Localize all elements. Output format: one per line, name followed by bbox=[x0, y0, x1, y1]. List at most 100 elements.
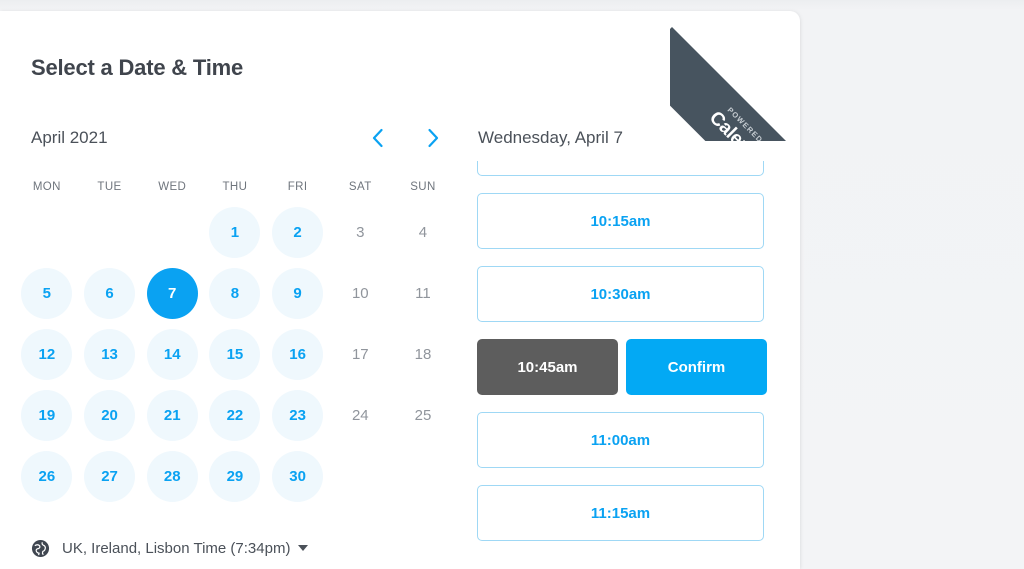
time-slot-row: 10:00am bbox=[477, 161, 764, 176]
calendar-day-10: 10 bbox=[335, 268, 386, 319]
calendar-cell: 22 bbox=[204, 390, 267, 441]
calendar-cell: 23 bbox=[266, 390, 329, 441]
weekday-header-row: MON TUE WED THU FRI SAT SUN bbox=[16, 181, 471, 193]
calendar-cell: 28 bbox=[141, 451, 204, 502]
calendar-cell: 17 bbox=[329, 329, 392, 380]
time-slot-row: 10:45am Confirm bbox=[477, 339, 767, 395]
calendar-cell: 24 bbox=[329, 390, 392, 441]
calendar-day-5[interactable]: 5 bbox=[21, 268, 73, 319]
calendar-cell: 8 bbox=[204, 268, 267, 319]
calendar-day-15[interactable]: 15 bbox=[209, 329, 261, 380]
calendar-day-13[interactable]: 13 bbox=[84, 329, 136, 380]
calendar-cell bbox=[78, 207, 141, 258]
calendar-cell: 18 bbox=[392, 329, 455, 380]
selected-date-label: Wednesday, April 7 bbox=[478, 128, 623, 147]
chevron-left-icon bbox=[371, 128, 384, 148]
calendar-day-19[interactable]: 19 bbox=[21, 390, 73, 441]
calendar-day-12[interactable]: 12 bbox=[21, 329, 73, 380]
calendar-day-21[interactable]: 21 bbox=[146, 390, 198, 441]
calendar-cell: 12 bbox=[16, 329, 79, 380]
calendar-cell bbox=[141, 207, 204, 258]
chevron-right-icon bbox=[427, 128, 440, 148]
page-title: Select a Date & Time bbox=[31, 55, 244, 80]
calendar-cell: 29 bbox=[204, 451, 267, 502]
booking-card: POWERED BY Calendly Select a Date & Time… bbox=[0, 11, 800, 569]
time-slots-list[interactable]: 10:00am 10:15am 10:30am 10:45amConfirm 11:00… bbox=[470, 161, 800, 569]
calendar-nav bbox=[362, 123, 448, 153]
weekday-label-sun: SUN bbox=[410, 181, 436, 193]
time-slot-row: 11:00am bbox=[477, 412, 764, 468]
calendar-day-26[interactable]: 26 bbox=[21, 451, 73, 502]
calendar-pane: April 2021 MON TUE WED THU FRI SAT SUN 1… bbox=[0, 115, 470, 569]
weekday-label-fri: FRI bbox=[287, 181, 308, 193]
calendar-cell: 15 bbox=[204, 329, 267, 380]
calendar-day-23[interactable]: 23 bbox=[272, 390, 324, 441]
confirm-button[interactable]: Confirm bbox=[626, 339, 767, 395]
globe-icon bbox=[31, 539, 50, 558]
calendar-day-empty bbox=[21, 207, 72, 258]
time-slot-button-1115am[interactable]: 11:15am bbox=[477, 485, 764, 541]
calendar-day-22[interactable]: 22 bbox=[209, 390, 261, 441]
timezone-selector[interactable]: UK, Ireland, Lisbon Time (7:34pm) bbox=[31, 527, 309, 569]
calendar-day-empty bbox=[335, 451, 386, 502]
calendar-day-20[interactable]: 20 bbox=[84, 390, 136, 441]
time-slot-button-1000am[interactable]: 10:00am bbox=[477, 161, 764, 176]
calendar-month-label: April 2021 bbox=[31, 128, 108, 147]
time-slots-pane: Wednesday, April 7 10:00am 10:15am 10:30am… bbox=[470, 115, 800, 569]
calendar-header: April 2021 bbox=[0, 115, 470, 161]
prev-month-button[interactable] bbox=[362, 123, 392, 153]
time-slot-button-1100am[interactable]: 11:00am bbox=[477, 412, 764, 468]
calendar-cell: 26 bbox=[16, 451, 79, 502]
calendar-day-empty bbox=[397, 451, 448, 502]
time-slot-button-1015am[interactable]: 10:15am bbox=[477, 193, 764, 249]
calendar-day-1[interactable]: 1 bbox=[209, 207, 261, 258]
calendar-cell: 1 bbox=[204, 207, 267, 258]
calendar-cell: 10 bbox=[329, 268, 392, 319]
calendar-cell: 25 bbox=[392, 390, 455, 441]
calendar-day-27[interactable]: 27 bbox=[84, 451, 136, 502]
calendar-cell bbox=[329, 451, 392, 502]
calendar-day-8[interactable]: 8 bbox=[209, 268, 261, 319]
weekday-label-mon: MON bbox=[32, 181, 61, 193]
calendar-day-2[interactable]: 2 bbox=[272, 207, 324, 258]
calendar-cell: 19 bbox=[16, 390, 79, 441]
calendar-cell: 30 bbox=[266, 451, 329, 502]
calendar-day-30[interactable]: 30 bbox=[272, 451, 324, 502]
calendar-day-14[interactable]: 14 bbox=[146, 329, 198, 380]
calendar-day-4: 4 bbox=[397, 207, 448, 258]
timezone-label: UK, Ireland, Lisbon Time (7:34pm) bbox=[62, 539, 291, 557]
calendar-cell bbox=[392, 451, 455, 502]
time-slot-button-1045am[interactable]: 10:45am bbox=[477, 339, 618, 395]
calendar-cell: 4 bbox=[392, 207, 455, 258]
calendar-day-25: 25 bbox=[397, 390, 448, 441]
calendar-cell: 2 bbox=[266, 207, 329, 258]
time-slot-row: 10:30am bbox=[477, 266, 764, 322]
calendar-day-6[interactable]: 6 bbox=[84, 268, 136, 319]
calendar-cell: 21 bbox=[141, 390, 204, 441]
calendar-day-16[interactable]: 16 bbox=[272, 329, 324, 380]
calendar-cell: 20 bbox=[78, 390, 141, 441]
calendar-day-17: 17 bbox=[335, 329, 386, 380]
calendar-day-28[interactable]: 28 bbox=[146, 451, 198, 502]
weekday-label-thu: THU bbox=[222, 181, 248, 193]
calendar-day-empty bbox=[147, 207, 198, 258]
weekday-label-sat: SAT bbox=[348, 181, 372, 193]
time-slot-row: 11:15am bbox=[477, 485, 764, 541]
caret-down-icon bbox=[298, 545, 309, 551]
time-slot-button-1030am[interactable]: 10:30am bbox=[477, 266, 764, 322]
next-month-button[interactable] bbox=[418, 123, 448, 153]
calendar-day-empty bbox=[84, 207, 135, 258]
calendar-cell: 11 bbox=[392, 268, 455, 319]
calendar-cell: 6 bbox=[78, 268, 141, 319]
calendar-cell: 16 bbox=[266, 329, 329, 380]
calendar-cell: 5 bbox=[16, 268, 79, 319]
calendar-cell: 7 bbox=[141, 268, 204, 319]
calendar-day-29[interactable]: 29 bbox=[209, 451, 261, 502]
calendar-day-9[interactable]: 9 bbox=[272, 268, 324, 319]
calendar-day-7-selected[interactable]: 7 bbox=[146, 268, 198, 319]
calendar-cell bbox=[16, 207, 79, 258]
calendar-day-grid: 1 2 3 4 5 6 7 8 9 10 11 12 13 14 15 16 17 18 19 20 21 22 23 24 2… bbox=[16, 207, 471, 502]
calendar-day-18: 18 bbox=[397, 329, 448, 380]
time-slot-row: 10:15am bbox=[477, 193, 764, 249]
calendar-cell: 27 bbox=[78, 451, 141, 502]
